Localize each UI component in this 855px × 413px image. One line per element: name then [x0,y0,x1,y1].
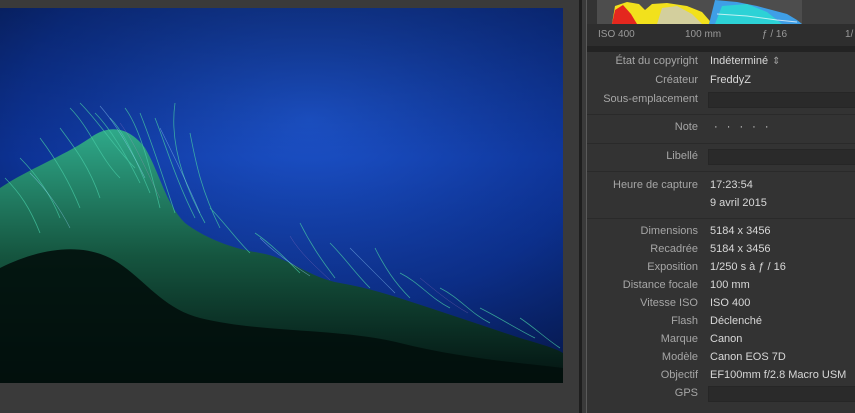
photo-preview[interactable] [0,8,563,383]
sublocation-row[interactable]: Sous-emplacement [587,91,855,109]
section-separator [587,218,855,219]
model-row: Modèle Canon EOS 7D [587,349,855,367]
cropped-label: Recadrée [650,243,698,255]
flash-label: Flash [671,315,698,327]
lens-label: Objectif [660,369,698,381]
dimensions-row: Dimensions 5184 x 3456 [587,223,855,241]
make-label: Marque [660,333,698,345]
model-value: Canon EOS 7D [710,351,786,363]
iso-value: ISO 400 [710,297,751,309]
label-field[interactable] [708,149,855,165]
capture-time-label: Heure de capture [613,179,698,191]
lens-row: Objectif EF100mm f/2.8 Macro USM [587,367,855,385]
model-label: Modèle [661,351,698,363]
gps-label: GPS [674,387,698,399]
cropped-row: Recadrée 5184 x 3456 [587,241,855,259]
histogram-info: ISO 400 100 mm ƒ / 16 1/ [587,24,855,46]
photo-image [0,8,563,383]
exposure-label: Exposition [647,261,698,273]
creator-row[interactable]: Créateur FreddyZ [587,72,855,90]
copyright-status-row[interactable]: État du copyright Indéterminé ⇕ [587,53,855,71]
cropped-value: 5184 x 3456 [710,243,771,255]
iso-label: Vitesse ISO [640,297,698,309]
flash-row: Flash Déclenché [587,313,855,331]
creator-label: Créateur [655,74,698,86]
hist-aperture: ƒ / 16 [762,29,788,40]
lens-value: EF100mm f/2.8 Macro USM [710,369,847,381]
focal-length-label: Distance focale [622,279,698,291]
flash-value: Déclenché [710,315,762,327]
hist-iso: ISO 400 [598,29,635,40]
section-separator [587,114,855,115]
capture-time-value: 17:23:54 [710,179,753,191]
exposure-row: Exposition 1/250 s à ƒ / 16 [587,259,855,277]
gps-field[interactable] [708,386,855,402]
exposure-value: 1/250 s à ƒ / 16 [710,261,786,273]
hist-focal: 100 mm [685,29,722,40]
label-row[interactable]: Libellé [587,148,855,166]
label-label: Libellé [666,150,698,162]
histogram [597,0,855,24]
sublocation-label: Sous-emplacement [603,93,698,105]
copyright-status-value[interactable]: Indéterminé ⇕ [710,55,780,67]
capture-date-value: 9 avril 2015 [710,197,767,209]
metadata-panel: ISO 400 100 mm ƒ / 16 1/ État du copyrig… [587,0,855,413]
creator-value[interactable]: FreddyZ [710,74,751,86]
copyright-status-text: Indéterminé [710,55,769,67]
section-separator [587,171,855,172]
focal-length-value: 100 mm [710,279,750,291]
dimensions-label: Dimensions [640,225,698,237]
capture-date-row: 9 avril 2015 [587,195,855,213]
rating-stars[interactable]: · · · · · [714,121,772,133]
capture-time-row: Heure de capture 17:23:54 [587,177,855,195]
sublocation-field[interactable] [708,92,855,108]
histogram-graph [597,0,855,24]
gps-row[interactable]: GPS [587,385,855,403]
histogram-border [587,46,855,52]
make-value: Canon [710,333,743,345]
copyright-status-label: État du copyright [615,55,698,67]
hist-shutter: 1/ [845,29,854,40]
make-row: Marque Canon [587,331,855,349]
updown-chevron-icon: ⇕ [772,56,781,67]
focal-length-row: Distance focale 100 mm [587,277,855,295]
rating-row[interactable]: Note · · · · · [587,119,855,137]
panel-divider[interactable] [579,0,582,413]
section-separator [587,143,855,144]
rating-label: Note [674,121,698,133]
iso-row: Vitesse ISO ISO 400 [587,295,855,313]
dimensions-value: 5184 x 3456 [710,225,771,237]
